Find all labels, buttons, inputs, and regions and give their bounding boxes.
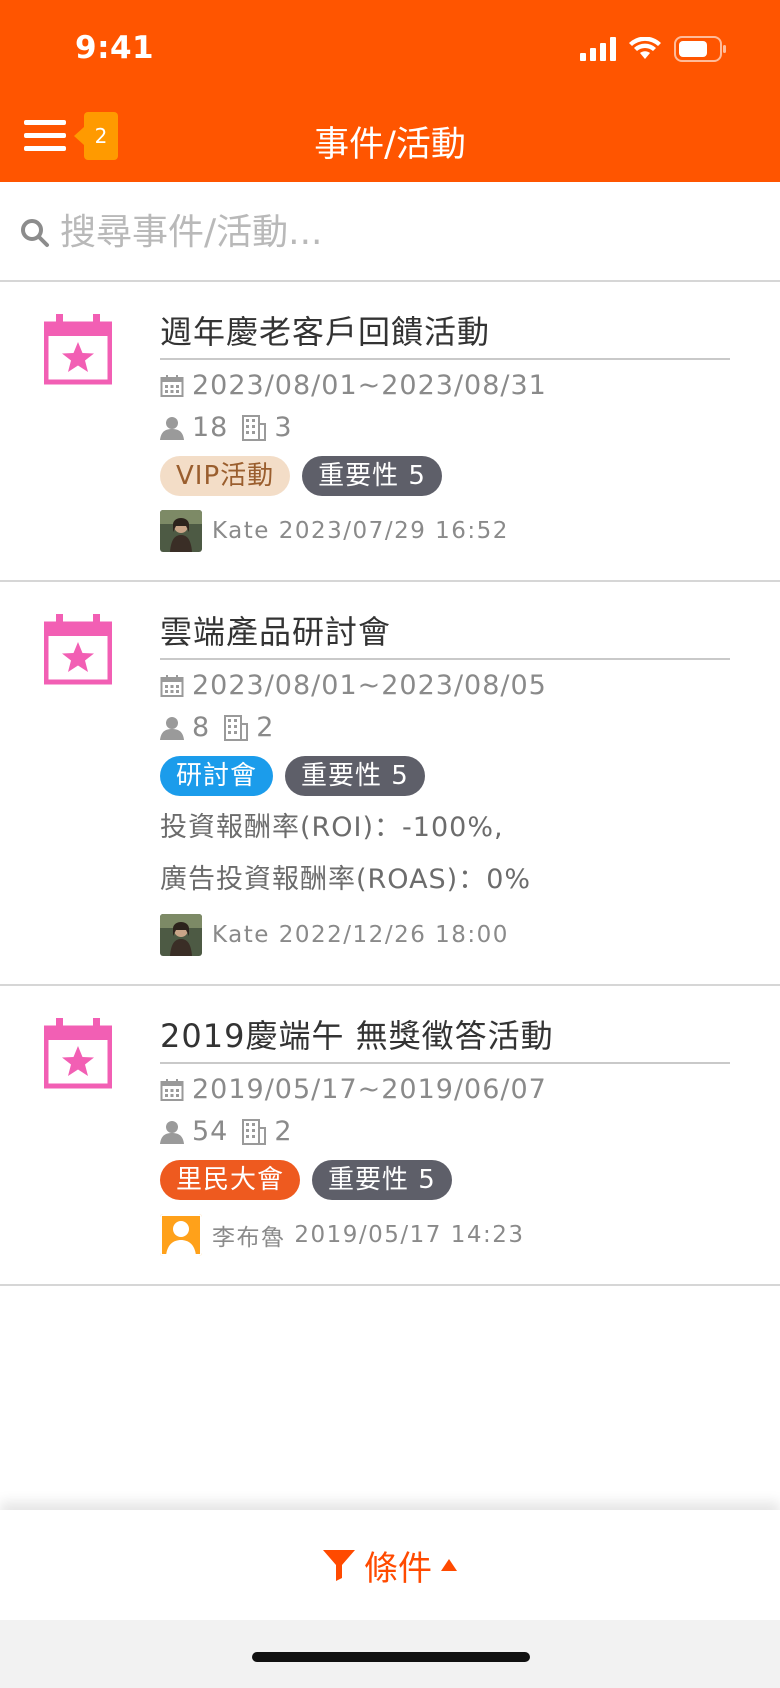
event-list-item[interactable]: 2019慶端午 無獎徵答活動 2019/05/17~2019/06/07 54 … — [0, 986, 780, 1286]
event-roas: 廣告投資報酬率(ROAS)：0% — [160, 864, 532, 895]
event-content: 2019慶端午 無獎徵答活動 2019/05/17~2019/06/07 54 … — [160, 986, 730, 1284]
filter-label: 條件 — [364, 1548, 432, 1589]
event-title: 2019慶端午 無獎徵答活動 — [160, 1014, 730, 1064]
search-bar — [0, 182, 780, 282]
event-importance-tag[interactable]: 重要性 5 — [285, 756, 425, 796]
status-time: 9:41 — [75, 30, 155, 66]
filter-button[interactable]: 條件 — [322, 1541, 458, 1590]
event-company-count: 2 — [274, 1116, 293, 1147]
event-author-line: Kate 2022/12/26 18:00 — [160, 914, 730, 956]
event-date-range: 2023/08/01~2023/08/31 — [192, 370, 547, 401]
event-content: 雲端產品研討會 2023/08/01~2023/08/05 8 2 研討會 重要… — [160, 582, 730, 984]
battery-icon — [674, 36, 726, 62]
home-indicator-area — [0, 1620, 780, 1688]
event-category-tag[interactable]: 里民大會 — [160, 1160, 301, 1200]
event-category-tag[interactable]: 研討會 — [160, 756, 274, 796]
event-author: Kate — [212, 922, 270, 948]
caret-up-icon — [441, 1559, 457, 1571]
event-company-count: 3 — [274, 412, 293, 443]
event-author-line: 李布魯 2019/05/17 14:23 — [160, 1214, 730, 1256]
default-avatar-icon — [160, 1214, 202, 1256]
event-company-count: 2 — [256, 712, 275, 743]
event-date-range: 2023/08/01~2023/08/05 — [192, 670, 547, 701]
event-tags: VIP活動 重要性 5 — [160, 456, 730, 496]
event-timestamp: 2022/12/26 18:00 — [278, 922, 509, 948]
event-list-item[interactable]: 週年慶老客戶回饋活動 2023/08/01~2023/08/31 18 3 VI… — [0, 282, 780, 582]
event-date-line: 2019/05/17~2019/06/07 — [160, 1074, 730, 1106]
event-stats-line: 54 2 — [160, 1116, 730, 1148]
event-importance-tag[interactable]: 重要性 5 — [302, 456, 442, 496]
event-author-line: Kate 2023/07/29 16:52 — [160, 510, 730, 552]
page-title: 事件/活動 — [314, 125, 466, 165]
avatar — [160, 510, 202, 552]
person-icon — [160, 717, 184, 740]
event-tags: 研討會 重要性 5 — [160, 756, 730, 796]
signal-icon — [580, 37, 616, 61]
nav-bar: 2 事件/活動 — [0, 110, 780, 166]
calendar-icon — [160, 1079, 184, 1101]
event-date-range: 2019/05/17~2019/06/07 — [192, 1074, 547, 1105]
wifi-icon — [629, 37, 661, 59]
status-icons — [580, 36, 728, 62]
calendar-star-icon — [44, 314, 112, 385]
event-people-count: 54 — [192, 1116, 229, 1147]
event-date-line: 2023/08/01~2023/08/05 — [160, 670, 730, 702]
calendar-icon — [160, 375, 184, 397]
event-roi: 投資報酬率(ROI)：-100%, — [160, 812, 504, 843]
event-date-line: 2023/08/01~2023/08/31 — [160, 370, 730, 402]
event-author: Kate — [212, 518, 270, 544]
event-importance-tag[interactable]: 重要性 5 — [312, 1160, 452, 1200]
home-indicator[interactable] — [252, 1652, 530, 1662]
avatar — [160, 914, 202, 956]
search-icon — [21, 219, 49, 247]
app-header: 9:41 2 事件/活動 — [0, 0, 780, 182]
event-content: 週年慶老客戶回饋活動 2023/08/01~2023/08/31 18 3 VI… — [160, 282, 730, 580]
building-icon — [224, 715, 249, 741]
event-people-count: 8 — [192, 712, 211, 743]
app-root: 9:41 2 事件/活動 搜尋事件/活動... 週年慶老客戶回饋活動 2023/… — [0, 0, 780, 1688]
filter-funnel-icon — [323, 1550, 355, 1581]
event-people-count: 18 — [192, 412, 229, 443]
person-icon — [160, 417, 184, 440]
event-timestamp: 2019/05/17 14:23 — [294, 1222, 525, 1248]
person-icon — [160, 1121, 184, 1144]
event-stats-line: 18 3 — [160, 412, 730, 444]
event-title: 雲端產品研討會 — [160, 610, 730, 660]
event-category-tag[interactable]: VIP活動 — [160, 456, 291, 496]
calendar-star-icon — [44, 614, 112, 685]
calendar-icon — [160, 675, 184, 697]
event-list-item[interactable]: 雲端產品研討會 2023/08/01~2023/08/05 8 2 研討會 重要… — [0, 582, 780, 986]
event-title: 週年慶老客戶回饋活動 — [160, 310, 730, 360]
event-tags: 里民大會 重要性 5 — [160, 1160, 730, 1200]
event-stats-line: 8 2 — [160, 712, 730, 744]
event-author: 李布魯 — [212, 1225, 286, 1251]
event-timestamp: 2023/07/29 16:52 — [278, 518, 509, 544]
filter-bar: 條件 — [0, 1510, 780, 1620]
building-icon — [242, 415, 267, 441]
calendar-star-icon — [44, 1018, 112, 1089]
building-icon — [242, 1119, 267, 1145]
search-input[interactable] — [60, 206, 740, 258]
event-list: 週年慶老客戶回饋活動 2023/08/01~2023/08/31 18 3 VI… — [0, 282, 780, 1286]
